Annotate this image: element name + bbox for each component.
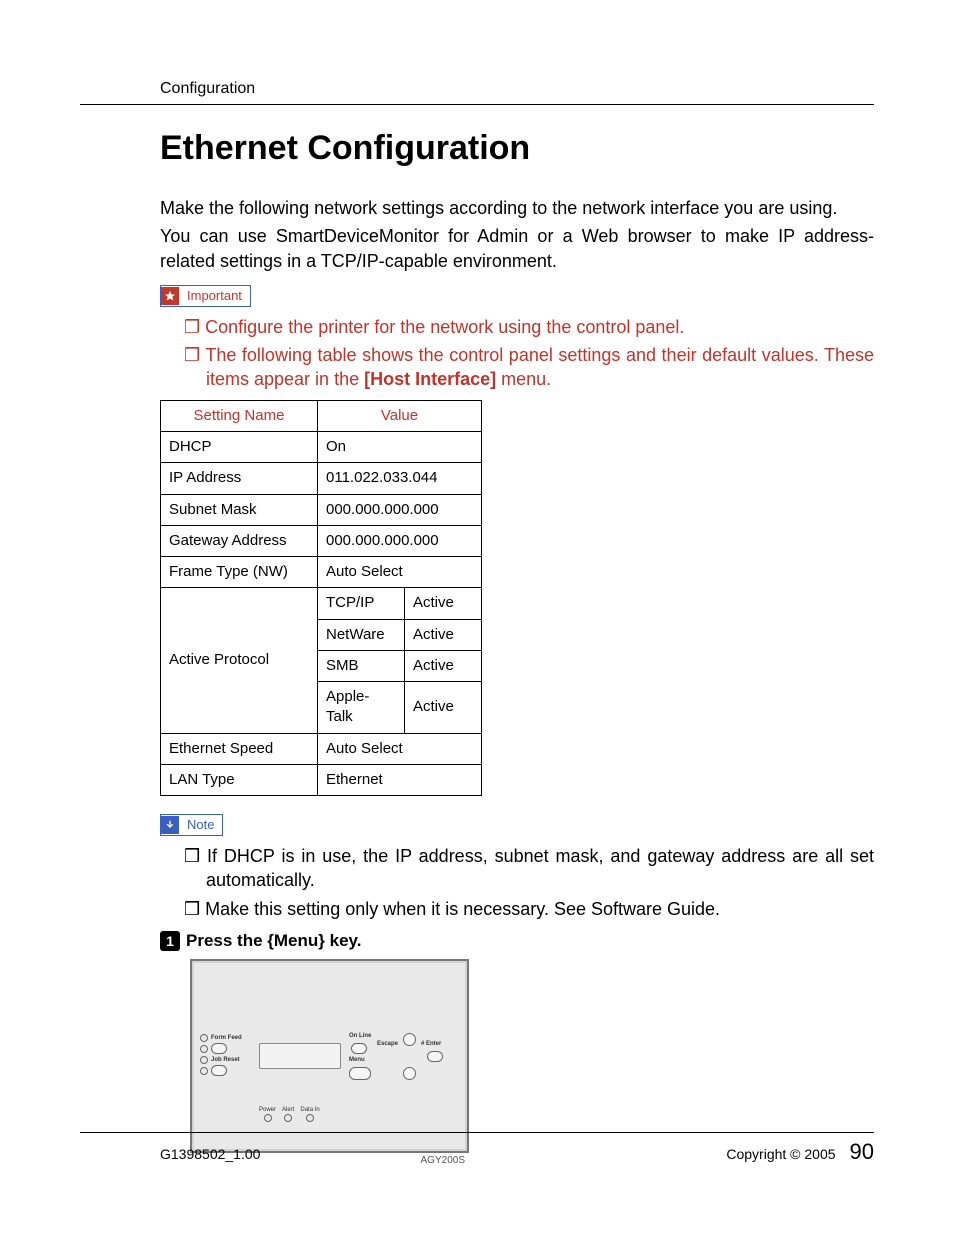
cell-active-protocol: Active Protocol	[161, 588, 318, 733]
cell-proto: Apple-Talk	[318, 682, 405, 734]
panel-escape-label: Escape	[377, 1041, 398, 1047]
panel-datain-label: Data In	[300, 1107, 319, 1113]
led-icon	[200, 1056, 208, 1064]
panel-online-label: On Line	[349, 1033, 371, 1039]
star-icon	[161, 287, 179, 305]
printer-control-panel: Form Feed Job Reset Power Alert Data In …	[190, 959, 469, 1153]
table-row: Gateway Address 000.000.000.000	[161, 525, 482, 556]
panel-alert-label: Alert	[282, 1107, 294, 1113]
panel-job-reset-label: Job Reset	[211, 1057, 240, 1063]
enter-button	[427, 1051, 443, 1062]
table-row: DHCP On	[161, 432, 482, 463]
intro-paragraph-1: Make the following network settings acco…	[160, 196, 874, 220]
cell-value: Auto Select	[318, 733, 482, 764]
th-setting-name: Setting Name	[161, 400, 318, 431]
note-label: Note	[179, 816, 222, 834]
table-row: Subnet Mask 000.000.000.000	[161, 494, 482, 525]
host-interface-bold: [Host Interface]	[364, 369, 496, 389]
body-content: Make the following network settings acco…	[160, 196, 874, 921]
cell-state: Active	[405, 619, 482, 650]
bracket-open: {	[267, 931, 274, 950]
table-row: Frame Type (NW) Auto Select	[161, 557, 482, 588]
table-row: LAN Type Ethernet	[161, 764, 482, 795]
document-page: Configuration Ethernet Configuration Mak…	[0, 0, 954, 1235]
important-label: Important	[179, 287, 250, 305]
power-led-icon	[264, 1114, 272, 1122]
cell-proto: SMB	[318, 650, 405, 681]
note-list: If DHCP is in use, the IP address, subne…	[160, 844, 874, 921]
cell-name: LAN Type	[161, 764, 318, 795]
important-list: Configure the printer for the network us…	[160, 315, 874, 392]
led-icon	[200, 1034, 208, 1042]
step-1: 1 Press the {Menu} key.	[160, 931, 874, 951]
note-callout: Note	[160, 814, 223, 836]
lcd-display	[259, 1043, 341, 1069]
panel-form-feed-label: Form Feed	[211, 1035, 242, 1041]
led-icon	[200, 1067, 208, 1075]
note-item-2: Make this setting only when it is necess…	[184, 897, 874, 921]
panel-left-group: Form Feed Job Reset	[200, 1033, 255, 1077]
step-prefix: Press the	[186, 931, 267, 950]
cell-name: Frame Type (NW)	[161, 557, 318, 588]
cell-name: DHCP	[161, 432, 318, 463]
page-footer: G1398502_1.00 Copyright © 2005 90	[80, 1132, 874, 1165]
cell-name: Ethernet Speed	[161, 733, 318, 764]
cell-proto: TCP/IP	[318, 588, 405, 619]
header-rule	[80, 104, 874, 105]
data-in-led-icon	[306, 1114, 314, 1122]
cell-name: Gateway Address	[161, 525, 318, 556]
cell-value: On	[318, 432, 482, 463]
arrow-down-icon	[161, 816, 179, 834]
cell-state: Active	[405, 588, 482, 619]
cell-state: Active	[405, 650, 482, 681]
important-item-1: Configure the printer for the network us…	[184, 315, 874, 339]
important-item-2-text-b: menu.	[496, 369, 551, 389]
cell-value: 000.000.000.000	[318, 525, 482, 556]
panel-power-label: Power	[259, 1107, 276, 1113]
cell-value: Auto Select	[318, 557, 482, 588]
footer-page-number: 90	[850, 1139, 874, 1165]
intro-paragraph-2: You can use SmartDeviceMonitor for Admin…	[160, 224, 874, 273]
table-row: IP Address 011.022.033.044	[161, 463, 482, 494]
footer-doc-id: G1398502_1.00	[160, 1146, 260, 1162]
form-feed-button	[211, 1043, 227, 1054]
step-text: Press the {Menu} key.	[186, 931, 361, 951]
step-number-badge: 1	[160, 931, 180, 951]
page-title: Ethernet Configuration	[160, 129, 874, 168]
panel-enter-label: # Enter	[421, 1041, 441, 1047]
table-row: Active Protocol TCP/IP Active	[161, 588, 482, 619]
job-reset-button	[211, 1065, 227, 1076]
cell-state: Active	[405, 682, 482, 734]
alert-led-icon	[284, 1114, 292, 1122]
cell-proto: NetWare	[318, 619, 405, 650]
note-item-1: If DHCP is in use, the IP address, subne…	[184, 844, 874, 893]
online-button	[351, 1043, 367, 1054]
panel-menu-label: Menu	[349, 1057, 365, 1063]
table-header-row: Setting Name Value	[161, 400, 482, 431]
settings-table: Setting Name Value DHCP On IP Address 01…	[160, 400, 482, 796]
important-item-2: The following table shows the control pa…	[184, 343, 874, 392]
bracket-close: }	[318, 931, 325, 950]
menu-key-label: Menu	[274, 931, 318, 950]
cell-name: IP Address	[161, 463, 318, 494]
cell-name: Subnet Mask	[161, 494, 318, 525]
running-header: Configuration	[160, 80, 874, 104]
table-row: Ethernet Speed Auto Select	[161, 733, 482, 764]
cell-value: 011.022.033.044	[318, 463, 482, 494]
led-icon	[200, 1045, 208, 1053]
step-suffix: key.	[325, 931, 362, 950]
down-arrow-button	[403, 1067, 416, 1080]
footer-rule	[80, 1132, 874, 1133]
cell-value: Ethernet	[318, 764, 482, 795]
important-callout: Important	[160, 285, 251, 307]
menu-button	[349, 1067, 371, 1080]
th-value: Value	[318, 400, 482, 431]
cell-value: 000.000.000.000	[318, 494, 482, 525]
footer-copyright: Copyright © 2005	[726, 1146, 835, 1162]
panel-lcd-group: Power Alert Data In	[259, 1033, 341, 1122]
up-arrow-button	[403, 1033, 416, 1046]
